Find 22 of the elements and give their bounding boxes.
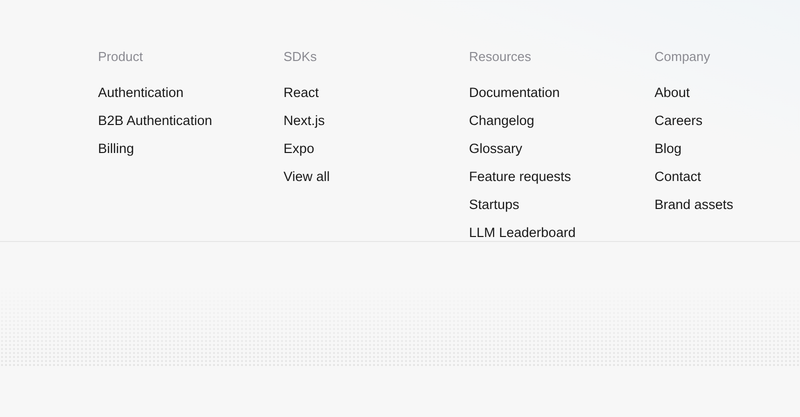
footer-link[interactable]: Expo: [284, 141, 314, 157]
footer-link[interactable]: Contact: [654, 169, 702, 185]
footer-link[interactable]: Next.js: [284, 113, 325, 129]
footer-link[interactable]: Authentication: [98, 85, 184, 101]
footer-link[interactable]: Feature requests: [469, 169, 572, 185]
footer-link[interactable]: View all: [284, 169, 330, 185]
footer-link[interactable]: Documentation: [469, 85, 560, 101]
footer-link[interactable]: About: [654, 85, 690, 101]
footer-link[interactable]: Blog: [654, 141, 682, 157]
footer-link[interactable]: Glossary: [469, 141, 522, 157]
footer-link[interactable]: B2B Authentication: [98, 113, 212, 129]
footer-link[interactable]: Careers: [654, 113, 703, 129]
column-heading: Product: [98, 49, 143, 65]
footer-link[interactable]: Brand assets: [654, 197, 734, 213]
footer-link[interactable]: Changelog: [469, 113, 534, 129]
column-heading: Resources: [469, 49, 532, 65]
footer-link[interactable]: LLM Leaderboard: [469, 225, 576, 241]
footer-link[interactable]: Billing: [98, 141, 134, 157]
column-heading: Company: [654, 49, 710, 65]
column-heading: SDKs: [284, 49, 317, 65]
footer-link[interactable]: Startups: [469, 197, 520, 213]
footer-link[interactable]: React: [284, 85, 319, 101]
